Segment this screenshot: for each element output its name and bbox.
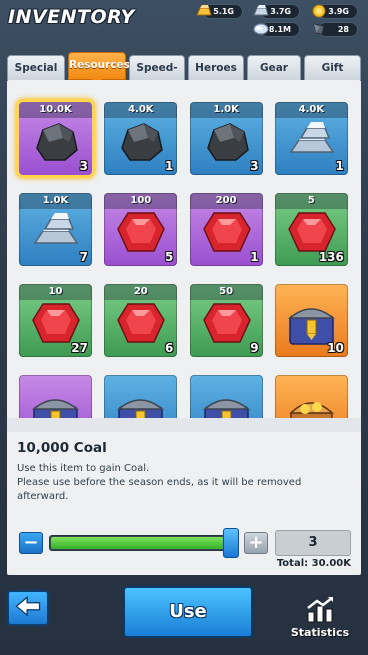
item-count: 5	[164, 250, 174, 264]
chest-icon	[114, 389, 167, 418]
use-button[interactable]: Use	[123, 586, 253, 638]
resource-iron-bar: 3.7G	[253, 4, 300, 19]
increase-quantity-button[interactable]: +	[244, 532, 268, 554]
item-slot-ruby[interactable]: 10 27	[19, 284, 92, 357]
item-count: 3	[250, 159, 259, 173]
coal-icon	[29, 116, 82, 166]
item-slot-coal[interactable]: 10.0K 3	[19, 102, 92, 175]
item-amount: 50	[189, 284, 263, 300]
item-slot-treasure[interactable]	[274, 375, 348, 418]
iron-bar-icon	[253, 5, 269, 16]
ruby-icon	[114, 298, 167, 348]
resource-gem-shard-value: 28	[337, 25, 349, 34]
page-title: INVENTORY	[8, 6, 135, 28]
selected-item-name: 10,000 Coal	[17, 440, 107, 456]
tab-resources-label: Resources	[69, 59, 130, 71]
tab-resources[interactable]: Resources	[68, 52, 130, 85]
decrease-quantity-button[interactable]: −	[19, 532, 43, 554]
description-text: Use this item to gain Coal. Please use b…	[17, 463, 302, 502]
tab-gear-label: Gear	[259, 62, 288, 74]
item-slot-iron[interactable]: 1.0K 7	[19, 193, 92, 266]
tab-gift-label: Gift	[321, 62, 344, 74]
item-slot-chest[interactable]: 10	[274, 284, 348, 357]
statistics-label: Statistics	[290, 626, 350, 639]
iron-icon	[285, 116, 338, 166]
item-amount: 10.0K	[19, 102, 92, 118]
item-count: 9	[250, 341, 259, 355]
quantity-slider-fill	[51, 537, 235, 549]
tab-heroes-label: Heroes	[195, 62, 237, 74]
selected-item-description: Use this item to gain Coal. Please use b…	[17, 462, 347, 504]
resource-crystal-value: 8.1M	[268, 25, 291, 34]
crystal-icon	[253, 23, 269, 35]
iron-icon	[29, 207, 82, 257]
back-arrow-icon	[15, 595, 41, 617]
inventory-panel: 10.0K 3 4.0K 1 1.0K 3 4.0K 1 1.0K 7 100 5 200 1 5 136 10…	[7, 80, 361, 575]
bar-chart-icon	[307, 597, 333, 623]
item-slot-ruby[interactable]: 20 6	[104, 284, 178, 357]
item-count: 1	[164, 159, 174, 173]
treasure-icon	[285, 389, 338, 418]
item-count: 136	[318, 250, 344, 264]
item-slot-ruby[interactable]: 50 9	[189, 284, 263, 357]
item-amount: 100	[104, 193, 178, 209]
grid-divider	[7, 418, 361, 432]
back-button[interactable]	[7, 590, 49, 626]
item-count: 3	[79, 159, 88, 173]
resource-gold-bar: 5.1G	[196, 4, 243, 19]
chest-icon	[200, 389, 253, 418]
ruby-icon	[200, 298, 253, 348]
item-count: 27	[71, 341, 88, 355]
quantity-slider-track[interactable]	[49, 535, 237, 551]
quantity-total: Total: 30.00K	[276, 558, 351, 569]
quantity-slider-thumb[interactable]	[223, 528, 239, 558]
coal-icon	[114, 116, 167, 166]
resource-gold-bar-value: 5.1G	[213, 7, 234, 16]
coal-icon	[200, 116, 253, 166]
gold-coin-icon	[312, 4, 326, 18]
item-slot-chest[interactable]	[189, 375, 263, 418]
resource-gold-coin: 3.9G	[312, 4, 358, 19]
ruby-icon	[200, 207, 253, 257]
item-slot-ruby[interactable]: 100 5	[104, 193, 178, 266]
statistics-button[interactable]: Statistics	[284, 596, 356, 644]
item-count: 6	[164, 341, 174, 355]
gem-shard-icon	[313, 23, 325, 35]
gold-bar-icon	[196, 5, 212, 16]
item-slot-ruby[interactable]: 5 136	[274, 193, 348, 266]
item-amount: 5	[274, 193, 348, 209]
chest-icon	[29, 389, 82, 418]
quantity-input[interactable]: 3	[275, 530, 351, 556]
resource-gem-shard: 28	[313, 22, 358, 37]
item-amount: 200	[189, 193, 263, 209]
tab-special-label: Special	[14, 62, 58, 74]
item-slot-iron[interactable]: 4.0K 1	[274, 102, 348, 175]
category-tabs: Special Resources Speed-up Heroes Gear G…	[7, 52, 361, 98]
tab-special[interactable]: Special	[7, 55, 65, 80]
item-count: 1	[335, 159, 344, 173]
item-slot-chest[interactable]	[19, 375, 92, 418]
tab-speed-up[interactable]: Speed-up	[129, 55, 185, 98]
item-slot-coal[interactable]: 1.0K 3	[189, 102, 263, 175]
ruby-icon	[114, 207, 167, 257]
item-slot-ruby[interactable]: 200 1	[189, 193, 263, 266]
resource-iron-bar-value: 3.7G	[270, 7, 291, 16]
item-count: 7	[79, 250, 88, 264]
tab-gear[interactable]: Gear	[247, 55, 301, 80]
item-slot-chest[interactable]	[104, 375, 178, 418]
tab-gift[interactable]: Gift	[304, 55, 361, 80]
item-count: 1	[250, 250, 259, 264]
item-amount: 20	[104, 284, 178, 300]
item-amount: 4.0K	[104, 102, 178, 118]
resource-gold-coin-value: 3.9G	[328, 7, 349, 16]
item-amount: 10	[19, 284, 92, 300]
resource-crystal: 8.1M	[253, 22, 300, 37]
item-grid[interactable]: 10.0K 3 4.0K 1 1.0K 3 4.0K 1 1.0K 7 100 5 200 1 5 136 10…	[7, 80, 361, 418]
item-amount: 1.0K	[19, 193, 92, 209]
item-amount: 1.0K	[189, 102, 263, 118]
tab-heroes[interactable]: Heroes	[188, 55, 244, 80]
item-amount: 4.0K	[274, 102, 348, 118]
item-slot-coal[interactable]: 4.0K 1	[104, 102, 178, 175]
item-count: 10	[327, 341, 344, 355]
